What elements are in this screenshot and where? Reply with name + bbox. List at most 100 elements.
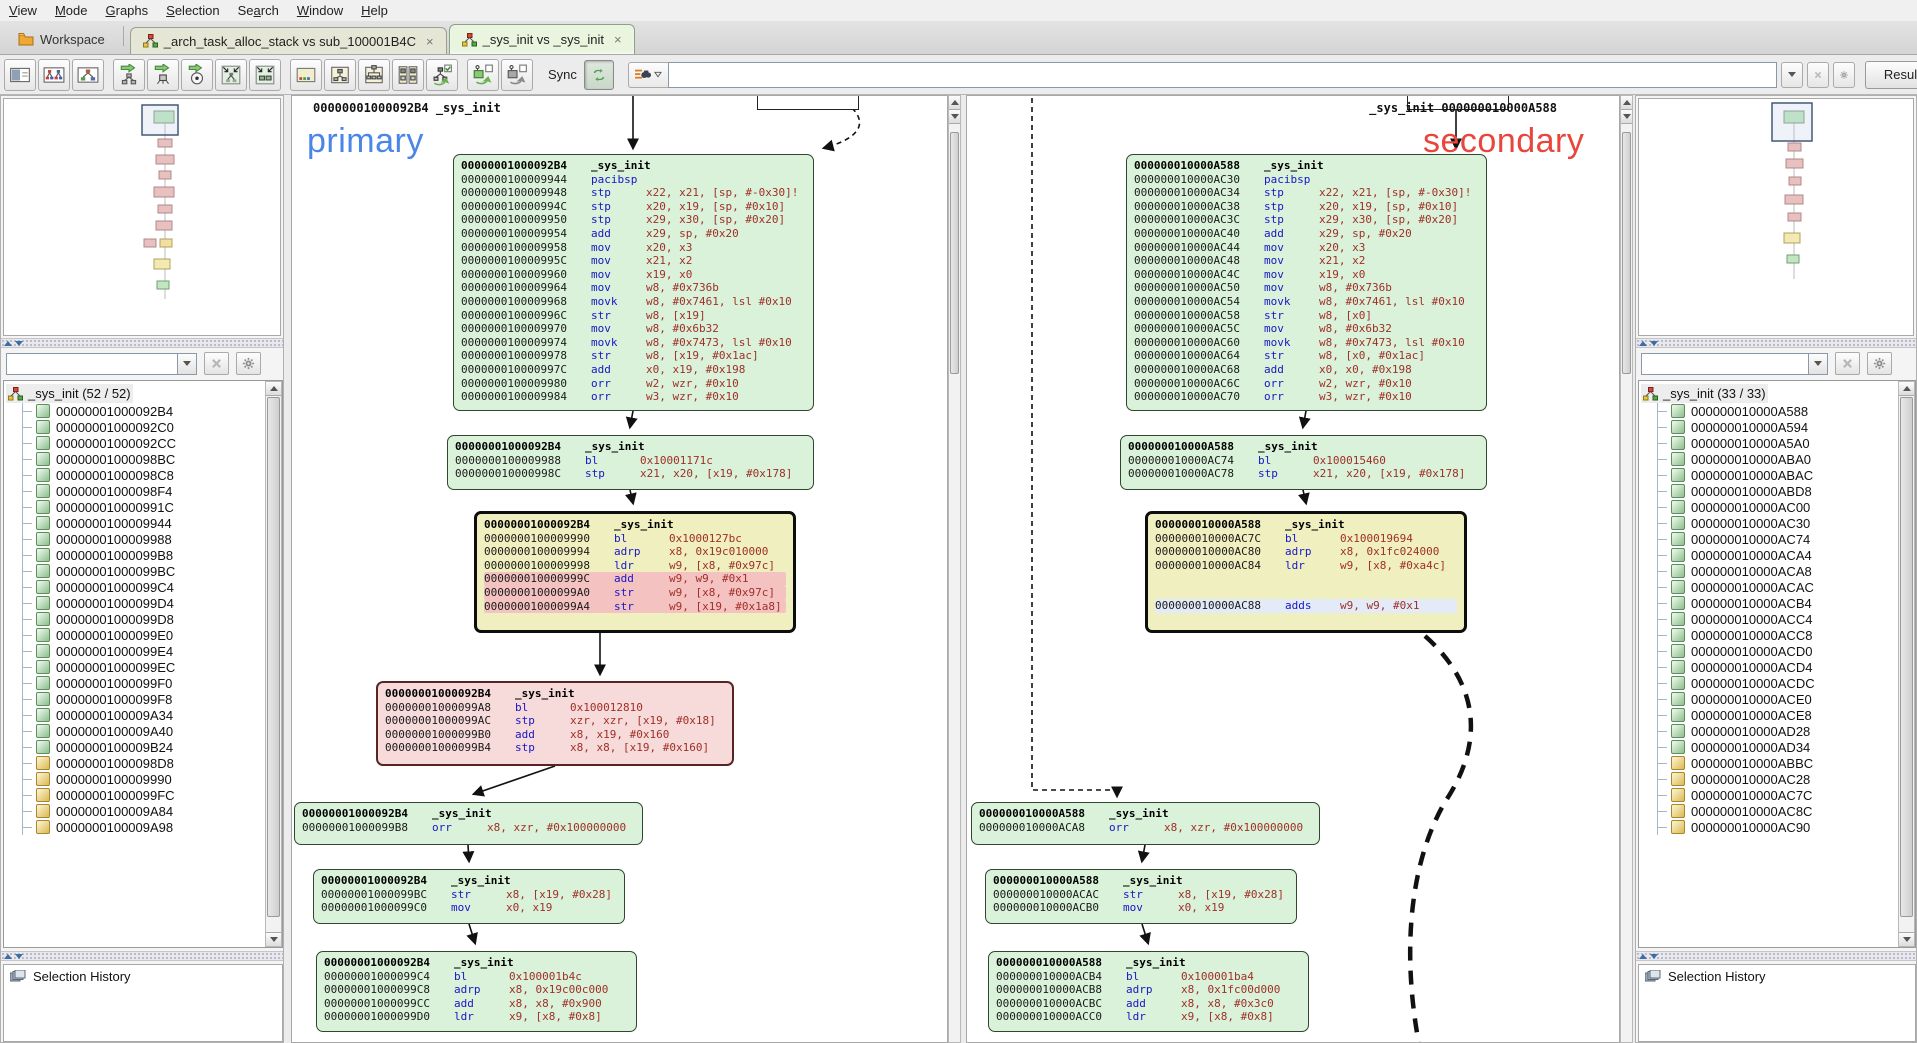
collapse-up-icon[interactable] [4, 341, 12, 346]
tree-item-00000001000099D4[interactable]: 00000001000099D4 [6, 595, 282, 611]
tree-item-00000001000092C0[interactable]: 00000001000092C0 [6, 419, 282, 435]
menu-graphs[interactable]: Graphs [97, 1, 158, 20]
scroll-thumb[interactable] [267, 397, 280, 917]
tree-item-000000010000ABAC[interactable]: 000000010000ABAC [1641, 467, 1915, 483]
scroll-down-button[interactable] [1621, 110, 1632, 124]
primary-filter-input[interactable] [6, 353, 178, 375]
instruction-row[interactable]: 0000000100009958movx20, x3 [461, 241, 806, 255]
search-input[interactable] [668, 62, 1777, 88]
instruction-row[interactable]: 00000001000099B4stpx8, x8, [x19, #0x160] [385, 741, 725, 755]
menu-window[interactable]: Window [288, 1, 352, 20]
tree-item-000000010000AC8C[interactable]: 000000010000AC8C [1641, 803, 1915, 819]
tree-item-000000010000ACC4[interactable]: 000000010000ACC4 [1641, 611, 1915, 627]
tree-item-000000010000AC74[interactable]: 000000010000AC74 [1641, 531, 1915, 547]
tree-item-000000010000AC28[interactable]: 000000010000AC28 [1641, 771, 1915, 787]
instruction-row[interactable]: 00000001000099ACstpxzr, xzr, [x19, #0x18… [385, 714, 725, 728]
menu-mode[interactable]: Mode [46, 1, 97, 20]
instruction-row[interactable]: 00000001000099C8adrpx8, 0x19c00c000 [324, 983, 629, 997]
primary-tree-scrollbar[interactable] [265, 381, 282, 947]
menu-search[interactable]: Search [229, 1, 288, 20]
instruction-row[interactable]: 000000010000AC88addsw9, w9, #0x1 [1155, 599, 1457, 613]
instruction-row[interactable]: 00000001000099C4bl0x100001b4c [324, 970, 629, 984]
instruction-row[interactable]: 0000000100009998ldrw9, [x8, #0x97c] [484, 559, 786, 573]
tree-item-00000001000098C8[interactable]: 00000001000098C8 [6, 467, 282, 483]
basic-block-diff[interactable]: 00000001000092B4_sys_init00000001000099A… [376, 681, 734, 766]
sidebar-splitter-top[interactable] [1, 338, 283, 348]
basic-block[interactable]: 000000010000A588_sys_init000000010000ACA… [971, 802, 1320, 845]
tree-item-000000010000AC30[interactable]: 000000010000AC30 [1641, 515, 1915, 531]
instruction-row[interactable]: 00000001000099A4strw9, [x19, #0x1a8] [484, 600, 786, 614]
filter-settings-button[interactable] [236, 352, 261, 375]
instruction-row[interactable]: 00000001000099B8orrx8, xzr, #0x100000000 [302, 821, 635, 835]
proximity-node-button[interactable] [147, 59, 179, 91]
instruction-row[interactable]: 0000000100009988bl0x10001171c [455, 454, 806, 468]
tree-item-0000000100009988[interactable]: 0000000100009988 [6, 531, 282, 547]
instruction-row[interactable]: 000000010000998Cstpx21, x20, [x19, #0x17… [455, 467, 806, 481]
primary-graph-window-button[interactable] [324, 59, 356, 91]
instruction-row[interactable]: 0000000100009948stpx22, x21, [sp, #-0x30… [461, 186, 806, 200]
sync-primary-node-button[interactable] [467, 59, 499, 91]
tree-item-000000010000ACD4[interactable]: 000000010000ACD4 [1641, 659, 1915, 675]
tree-root-function[interactable]: _sys_init (52 / 52) [6, 384, 133, 403]
tree-item-00000001000092B4[interactable]: 00000001000092B4 [6, 403, 282, 419]
instruction-row[interactable]: 00000001000099C0movx0, x19 [321, 901, 617, 915]
dual-pane-view-button[interactable] [4, 59, 36, 91]
filter-clear-button[interactable] [204, 352, 229, 375]
instruction-row[interactable]: 000000010000ACA8orrx8, xzr, #0x100000000 [979, 821, 1312, 835]
diff-tab-sys-init[interactable]: _sys_init vs _sys_init× [449, 24, 635, 54]
basic-block[interactable]: 00000001000092B4_sys_init000000010000998… [447, 435, 814, 490]
instruction-row[interactable]: 00000001000099CCaddx8, x8, #0x900 [324, 997, 629, 1011]
instruction-row[interactable]: 000000010000AC40addx29, sp, #0x20 [1134, 227, 1479, 241]
instruction-row[interactable]: 000000010000AC7Cbl0x100019694 [1155, 532, 1457, 546]
tree-item-00000001000099E4[interactable]: 00000001000099E4 [6, 643, 282, 659]
instruction-row[interactable]: 000000010000999Caddw9, w9, #0x1 [484, 572, 786, 586]
instruction-row[interactable]: 000000010000AC58strw8, [x0] [1134, 309, 1479, 323]
minimap-viewport[interactable] [1772, 103, 1812, 141]
instruction-row[interactable]: 000000010000AC44movx20, x3 [1134, 241, 1479, 255]
collapse-down-icon[interactable] [1650, 341, 1658, 346]
scroll-thumb[interactable] [1622, 132, 1631, 374]
basic-block[interactable]: 00000001000092B4_sys_init00000001000099C… [316, 951, 637, 1032]
instruction-row[interactable]: 000000010000AC48movx21, x2 [1134, 254, 1479, 268]
scroll-down-button[interactable] [266, 932, 281, 946]
tree-item-000000010000ACA4[interactable]: 000000010000ACA4 [1641, 547, 1915, 563]
combined-graph-view-button[interactable] [38, 59, 70, 91]
tree-item-000000010000A594[interactable]: 000000010000A594 [1641, 419, 1915, 435]
basic-block[interactable]: 000000010000A588_sys_init000000010000ACB… [988, 951, 1309, 1032]
sidebar-splitter-bottom[interactable] [1, 951, 283, 961]
instruction-row[interactable]: 000000010000995Cmovx21, x2 [461, 254, 806, 268]
menu-selection[interactable]: Selection [157, 1, 228, 20]
instruction-row[interactable]: 0000000100009984orrw3, wzr, #0x10 [461, 390, 806, 404]
tree-item-000000010000A588[interactable]: 000000010000A588 [1641, 403, 1915, 419]
scroll-down-button[interactable] [1899, 932, 1914, 946]
tree-item-00000001000099C4[interactable]: 00000001000099C4 [6, 579, 282, 595]
primary-graph-pane[interactable]: 00000001000092B4 _sys_init primary 00000… [291, 95, 948, 1043]
secondary-graph-pane[interactable]: _sys_init 000000010000A588 secondary 000… [966, 95, 1620, 1043]
basic-block-selected[interactable]: 000000010000A588_sys_init000000010000AC7… [1145, 511, 1467, 633]
tree-item-00000001000099BC[interactable]: 00000001000099BC [6, 563, 282, 579]
tree-item-00000001000099F8[interactable]: 00000001000099F8 [6, 691, 282, 707]
tree-item-00000001000099F0[interactable]: 00000001000099F0 [6, 675, 282, 691]
tree-item-0000000100009A98[interactable]: 0000000100009A98 [6, 819, 282, 835]
collapse-down-icon[interactable] [15, 954, 23, 959]
instruction-row[interactable]: 000000010000ACB8adrpx8, 0x1fc00d000 [996, 983, 1301, 997]
results-button[interactable]: Results [1865, 61, 1917, 89]
instruction-row[interactable]: 000000010000AC74bl0x100015460 [1128, 454, 1479, 468]
tree-item-000000010000ACC8[interactable]: 000000010000ACC8 [1641, 627, 1915, 643]
tree-item-000000010000AC7C[interactable]: 000000010000AC7C [1641, 787, 1915, 803]
workspace-tab[interactable]: Workspace [6, 24, 117, 54]
instruction-row[interactable]: 000000010000AC68addx0, x0, #0x198 [1134, 363, 1479, 377]
collapse-down-icon[interactable] [1650, 954, 1658, 959]
tree-item-00000001000099B8[interactable]: 00000001000099B8 [6, 547, 282, 563]
tab-close-icon[interactable]: × [426, 35, 434, 48]
menu-view[interactable]: View [0, 1, 46, 20]
tree-item-000000010000ACA8[interactable]: 000000010000ACA8 [1641, 563, 1915, 579]
tree-item-000000010000AC00[interactable]: 000000010000AC00 [1641, 499, 1915, 515]
tree-item-00000001000099E0[interactable]: 00000001000099E0 [6, 627, 282, 643]
sync-views-button[interactable] [584, 60, 614, 90]
instruction-row[interactable]: 00000001000099A8bl0x100012810 [385, 701, 725, 715]
tree-item-000000010000AC90[interactable]: 000000010000AC90 [1641, 819, 1915, 835]
menu-help[interactable]: Help [352, 1, 397, 20]
scroll-up-button[interactable] [949, 96, 960, 110]
secondary-filter-input[interactable] [1641, 353, 1809, 375]
